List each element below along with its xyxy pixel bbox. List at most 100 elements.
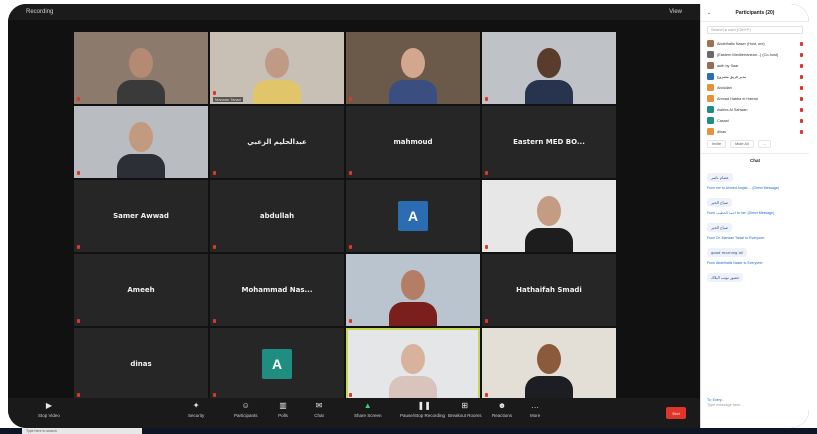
video-tile[interactable] (346, 328, 480, 400)
toolbar-button[interactable]: ▶ Stop Video (38, 402, 60, 419)
video-tile[interactable]: abdullah (210, 180, 344, 252)
muted-mic-icon (485, 97, 488, 101)
recording-indicator[interactable]: Recording (26, 9, 53, 15)
toolbar-icon: ▥ (279, 401, 287, 410)
panel-action-button[interactable]: Mute All (730, 140, 754, 148)
participant-video (247, 40, 307, 104)
video-tile[interactable]: Hathaifah Smadi (482, 254, 616, 326)
muted-mic-icon[interactable] (800, 41, 803, 46)
toolbar-button[interactable]: ▲ Share Screen (354, 401, 382, 419)
panel-action-button[interactable]: Invite (707, 140, 727, 148)
participant-row[interactable]: Awlera Al Sahwan (701, 104, 809, 115)
muted-mic-icon (77, 171, 80, 175)
toolbar-icon: … (531, 401, 540, 410)
participant-name: Abdullah (717, 85, 732, 90)
video-tile[interactable] (346, 254, 480, 326)
participant-name: dinas (130, 360, 152, 368)
participant-row[interactable]: Casani (701, 115, 809, 126)
chat-input[interactable]: Type message here ... (707, 403, 803, 412)
muted-mic-icon[interactable] (800, 85, 803, 90)
participant-name: عبدالحليم الزعبي (247, 138, 307, 146)
name-tag: Marwan Tarazi (213, 97, 243, 102)
chat-header: Chat (701, 153, 809, 166)
toolbar-button[interactable]: ✦ Security (188, 402, 204, 419)
participant-name: dinas (717, 129, 727, 134)
chat-message: صباح الخير (707, 223, 733, 232)
avatar (707, 95, 714, 102)
participant-row[interactable]: dinas (701, 126, 809, 137)
toolbar-button[interactable]: ▥ Polls (278, 401, 288, 419)
collapse-chevron-icon[interactable]: ⌄ (707, 10, 711, 16)
panel-action-button[interactable]: ... (757, 140, 771, 148)
video-tile[interactable]: Eastern MED BO... (482, 106, 616, 178)
video-tile[interactable]: Mohammad Nas... (210, 254, 344, 326)
video-tile[interactable]: A (210, 328, 344, 400)
avatar (707, 73, 714, 80)
muted-mic-icon[interactable] (800, 129, 803, 134)
participant-row[interactable]: auth by Saar (701, 60, 809, 71)
video-tile[interactable] (482, 32, 616, 104)
toolbar-icon: ☺ (241, 401, 250, 410)
muted-mic-icon (485, 171, 488, 175)
video-tile[interactable]: Ameeh (74, 254, 208, 326)
video-tile[interactable]: Samer Awwad (74, 180, 208, 252)
muted-mic-icon[interactable] (800, 118, 803, 123)
windows-taskbar: Type here to search (0, 428, 817, 434)
toolbar-button[interactable]: ⊞ Breakout Rooms (448, 402, 482, 419)
toolbar-label: Breakout Rooms (448, 413, 482, 418)
toolbar-icon: ▲ (363, 401, 372, 410)
toolbar-button[interactable]: ☻ Reactions (492, 401, 512, 419)
toolbar-button[interactable]: ✉ Chat (314, 401, 324, 419)
avatar (707, 84, 714, 91)
muted-mic-icon[interactable] (800, 74, 803, 79)
video-tile[interactable] (74, 32, 208, 104)
view-button[interactable]: View (669, 9, 682, 15)
chat-message: عصام ناصر (707, 173, 733, 182)
muted-mic-icon (485, 319, 488, 323)
chat-message: صباح الخير (707, 198, 733, 207)
participant-row[interactable]: Ahmad Habba ei Hamwi (701, 93, 809, 104)
chat-messages: عصام ناصر From me to Ahmed Amjad ... (Dir… (701, 166, 809, 285)
muted-mic-icon (213, 319, 216, 323)
participant-video (383, 40, 443, 104)
muted-mic-icon[interactable] (800, 52, 803, 57)
meeting-toolbar: End ▶ Stop Video ✦ Security ☺ Participants ▥ Po… (8, 398, 700, 428)
toolbar-icon: ☻ (497, 401, 507, 410)
video-tile[interactable]: dinas (74, 328, 208, 400)
video-tile[interactable]: A (346, 180, 480, 252)
muted-mic-icon[interactable] (800, 96, 803, 101)
taskbar-search-input[interactable]: Type here to search (22, 428, 142, 434)
video-tile[interactable] (482, 328, 616, 400)
video-tile[interactable] (346, 32, 480, 104)
toolbar-icon: ✉ (315, 401, 323, 410)
video-tile[interactable]: Marwan Tarazi (210, 32, 344, 104)
muted-mic-icon (213, 245, 216, 249)
avatar (707, 106, 714, 113)
video-tile[interactable]: عبدالحليم الزعبي (210, 106, 344, 178)
muted-mic-icon (77, 319, 80, 323)
video-tile[interactable]: mahmoud (346, 106, 480, 178)
participant-row[interactable]: Abdelhafiz Naser (Host, me) (701, 38, 809, 49)
toolbar-label: Stop Video (38, 413, 60, 418)
toolbar-button[interactable]: ☺ Participants (234, 401, 258, 419)
avatar (707, 117, 714, 124)
participant-name: mahmoud (393, 138, 433, 146)
video-tile[interactable] (74, 106, 208, 178)
muted-mic-icon[interactable] (800, 107, 803, 112)
participant-row[interactable]: مدير فريق مشروع (701, 71, 809, 82)
end-meeting-button[interactable]: End (666, 407, 686, 419)
video-tile[interactable] (482, 180, 616, 252)
muted-mic-icon[interactable] (800, 63, 803, 68)
participant-name: Mohammad Nas... (241, 286, 313, 294)
participants-search-input[interactable]: Search a user (Ctrl+F) (707, 26, 803, 34)
participants-title: Participants (20) (735, 9, 775, 16)
participant-row[interactable]: (Eastern Mediterranean...) (Co-host) (701, 49, 809, 60)
avatar (707, 128, 714, 135)
muted-mic-icon (213, 171, 216, 175)
toolbar-button[interactable]: … More (530, 401, 540, 419)
chat-message: good morning all (707, 248, 748, 257)
muted-mic-icon (485, 245, 488, 249)
participant-row[interactable]: Abdullah (701, 82, 809, 93)
chat-recipient-select[interactable]: To: Every... (707, 398, 724, 402)
toolbar-button[interactable]: ❚❚ Pause/Stop Recording (400, 402, 445, 419)
